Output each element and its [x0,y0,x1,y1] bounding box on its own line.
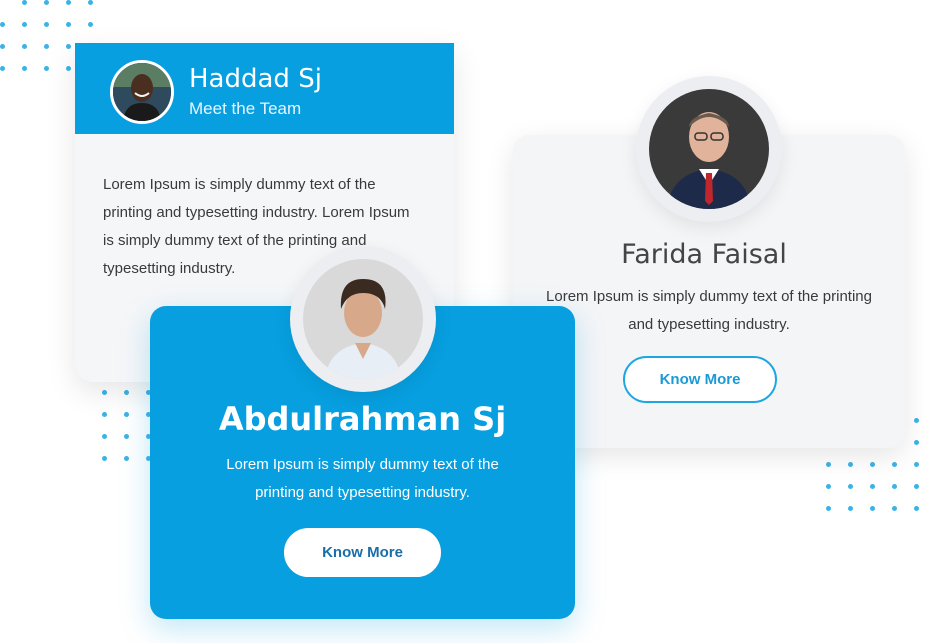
member-description: Lorem Ipsum is simply dummy text of the … [546,288,872,333]
know-more-button[interactable]: Know More [623,356,777,403]
dot [914,484,919,489]
avatar-ring [290,246,436,392]
dot [124,434,129,439]
dot [0,44,5,49]
avatar [303,259,423,379]
member-name: Abdulrahman Sj [218,400,507,438]
dot [914,462,919,467]
know-more-button[interactable]: Know More [284,528,441,577]
dot [88,22,93,27]
dot [848,484,853,489]
dot [66,0,71,5]
member-subtitle: Meet the Team [189,99,302,118]
dot [870,506,875,511]
dot [0,66,5,71]
dot [870,462,875,467]
member-description: Lorem Ipsum is simply dummy text of the … [226,456,499,501]
dot [826,462,831,467]
dot [892,462,897,467]
dot [102,456,107,461]
avatar-ring [636,76,782,222]
dot [22,22,27,27]
dot [124,412,129,417]
dot [870,484,875,489]
dot [848,462,853,467]
dot [44,22,49,27]
dot [102,434,107,439]
dot [914,418,919,423]
person-portrait-icon [649,89,769,209]
dot [44,0,49,5]
dot [22,44,27,49]
dot [826,484,831,489]
dot [914,440,919,445]
dot [22,66,27,71]
button-label: Know More [322,544,403,561]
avatar [110,60,174,124]
dot [44,66,49,71]
dot [892,484,897,489]
person-portrait-icon [303,259,423,379]
dot [66,22,71,27]
card-header: Haddad Sj Meet the Team [75,43,454,134]
dot [44,44,49,49]
dot [124,456,129,461]
member-name: Haddad Sj [189,64,322,94]
dot [892,506,897,511]
member-name: Farida Faisal [621,239,787,270]
dot [88,0,93,5]
dot [66,66,71,71]
dot [22,0,27,5]
dot [914,506,919,511]
avatar [649,89,769,209]
dot [826,506,831,511]
dot [0,22,5,27]
dot [848,506,853,511]
dot [124,390,129,395]
dot [66,44,71,49]
dot [102,412,107,417]
dot [102,390,107,395]
person-portrait-icon [113,63,171,121]
